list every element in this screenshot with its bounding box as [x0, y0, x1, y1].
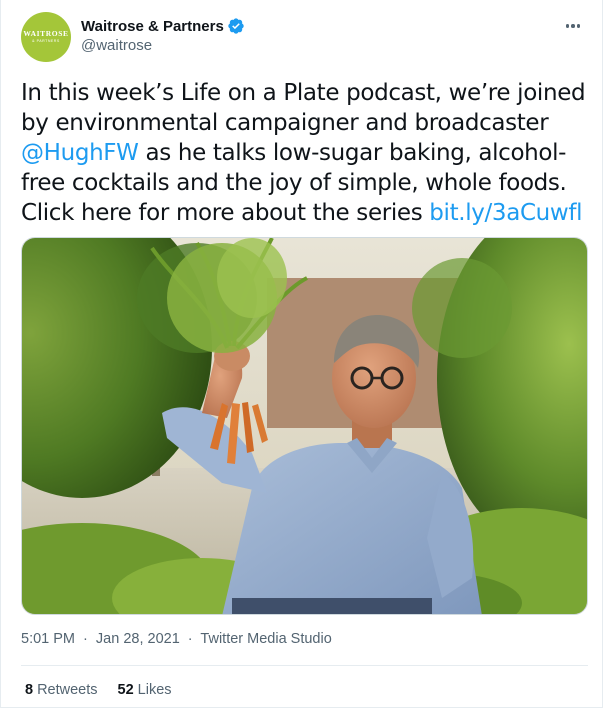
more-dot — [571, 24, 575, 28]
tweet-text: In this week’s Life on a Plate podcast, … — [21, 78, 596, 228]
more-dot — [576, 24, 581, 28]
author-names: Waitrose & Partners @waitrose — [81, 16, 245, 54]
avatar-logo-subtext: & PARTNERS — [32, 38, 60, 43]
tweet-time[interactable]: 5:01 PM — [21, 631, 75, 647]
likes-label: Likes — [137, 682, 172, 698]
more-dot — [565, 24, 570, 28]
retweets-stat[interactable]: 8 Retweets — [25, 682, 98, 698]
more-options-icon[interactable] — [562, 18, 584, 34]
likes-stat[interactable]: 52 Likes — [118, 682, 172, 698]
tweet-source[interactable]: Twitter Media Studio — [200, 631, 331, 647]
handle[interactable]: @waitrose — [81, 37, 245, 54]
tweet-date[interactable]: Jan 28, 2021 — [96, 631, 180, 647]
tweet-card: WAITROSE & PARTNERS Waitrose & Partners … — [0, 0, 603, 708]
meta-separator: · — [187, 631, 193, 647]
tweet-stats: 8 Retweets 52 Likes — [25, 682, 172, 698]
url-link[interactable]: bit.ly/3aCuwfl — [429, 200, 582, 226]
retweets-count: 8 — [25, 682, 34, 698]
mention-link[interactable]: @HughFW — [21, 140, 139, 166]
avatar[interactable]: WAITROSE & PARTNERS — [21, 12, 71, 62]
display-name-row[interactable]: Waitrose & Partners — [81, 16, 245, 36]
photo-illustration — [22, 238, 587, 614]
tweet-header: WAITROSE & PARTNERS Waitrose & Partners … — [21, 12, 588, 66]
display-name[interactable]: Waitrose & Partners — [81, 18, 224, 35]
retweets-label: Retweets — [37, 682, 98, 698]
tweet-meta: 5:01 PM · Jan 28, 2021 · Twitter Media S… — [21, 631, 332, 647]
tweet-photo[interactable] — [21, 237, 588, 615]
avatar-logo-text: WAITROSE — [23, 29, 69, 39]
tweet-text-part: In this week’s Life on a Plate podcast, … — [21, 80, 586, 136]
meta-separator: · — [83, 631, 88, 647]
divider — [21, 665, 588, 666]
likes-count: 52 — [117, 682, 134, 698]
verified-badge-icon — [228, 18, 244, 34]
